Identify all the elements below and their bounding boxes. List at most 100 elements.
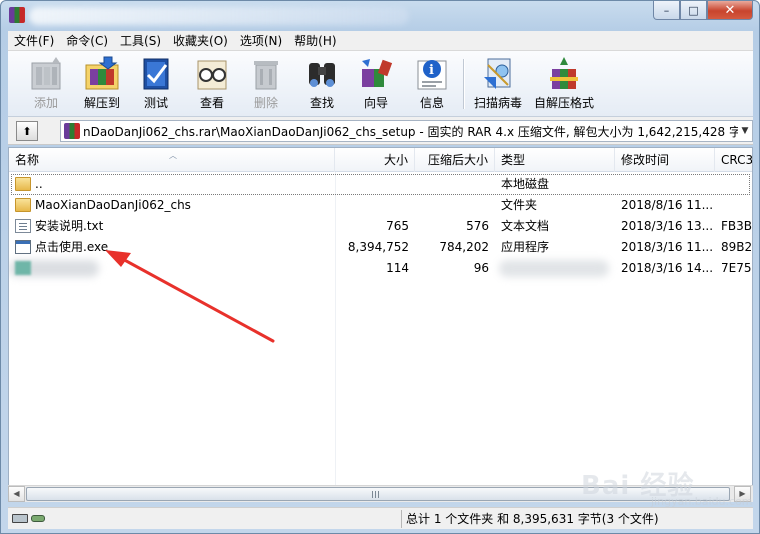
horizontal-scrollbar[interactable]: ◀ ▶ xyxy=(8,485,753,502)
svg-text:i: i xyxy=(429,63,434,78)
test-button[interactable]: 测试 xyxy=(128,53,184,113)
add-books-icon xyxy=(26,55,66,93)
extract-to-button[interactable]: 解压到 xyxy=(74,53,130,113)
rar-archive-icon xyxy=(64,123,80,139)
window-controls: – □ ✕ xyxy=(653,1,753,20)
column-name[interactable]: 名称 ︿ xyxy=(9,148,335,172)
test-label: 测试 xyxy=(143,96,168,110)
test-checkmark-icon xyxy=(136,55,176,93)
file-name: .. xyxy=(35,177,43,191)
sort-ascending-icon: ︿ xyxy=(169,151,177,160)
file-type: 文件夹 xyxy=(501,198,538,212)
find-button[interactable]: 查找 xyxy=(294,53,350,113)
delete-button[interactable]: 删除 xyxy=(238,53,294,113)
column-type[interactable]: 类型 xyxy=(495,148,615,172)
scan-virus-label: 扫描病毒 xyxy=(473,96,522,110)
drive-icon[interactable] xyxy=(12,514,28,523)
add-label: 添加 xyxy=(33,96,58,110)
column-header: 名称 ︿ 大小 压缩后大小 类型 修改时间 CRC3 xyxy=(9,148,752,172)
column-packed[interactable]: 压缩后大小 xyxy=(415,148,495,172)
minimize-button[interactable]: – xyxy=(653,1,680,20)
up-arrow-icon: ⬆ xyxy=(22,124,32,138)
blurred-file-icon xyxy=(15,261,31,275)
info-label: 信息 xyxy=(419,96,444,110)
menu-tools[interactable]: 工具(S) xyxy=(114,31,167,51)
menu-commands[interactable]: 命令(C) xyxy=(60,31,114,51)
scan-virus-button[interactable]: 扫描病毒 xyxy=(468,53,528,113)
menu-favorites[interactable]: 收藏夹(O) xyxy=(167,31,234,51)
maximize-button[interactable]: □ xyxy=(680,1,707,20)
table-row[interactable]: 114 96 2018/3/16 14... 7E75I xyxy=(9,258,753,279)
file-name: 点击使用.exe xyxy=(35,240,109,254)
folder-up-icon xyxy=(15,177,31,191)
file-size: 114 xyxy=(386,261,409,275)
status-summary: 总计 1 个文件夹 和 8,395,631 字节(3 个文件) xyxy=(406,512,659,526)
info-icon: i xyxy=(412,55,452,93)
folder-icon xyxy=(15,198,31,212)
address-bar: ⬆ nDaoDanJi062_chs.rar\MaoXianDaoDanJi06… xyxy=(8,117,753,145)
file-name: MaoXianDaoDanJi062_chs xyxy=(35,198,191,212)
table-row[interactable]: 点击使用.exe 8,394,752 784,202 应用程序 2018/3/1… xyxy=(9,237,752,258)
file-packed: 576 xyxy=(466,219,489,233)
path-dropdown-icon[interactable]: ▼ xyxy=(738,126,752,136)
add-button[interactable]: 添加 xyxy=(18,53,74,113)
wizard-icon xyxy=(356,55,396,93)
column-crc[interactable]: CRC3 xyxy=(715,148,752,172)
menu-help[interactable]: 帮助(H) xyxy=(288,31,342,51)
virus-scan-icon xyxy=(478,55,518,93)
view-label: 查看 xyxy=(199,96,224,110)
file-packed: 96 xyxy=(473,261,489,275)
winrar-app-icon[interactable] xyxy=(9,7,25,23)
extract-folder-icon xyxy=(82,55,122,93)
sfx-label: 自解压格式 xyxy=(533,96,594,110)
blurred-file-type xyxy=(499,260,609,277)
toolbar-separator xyxy=(463,59,465,109)
info-button[interactable]: i 信息 xyxy=(404,53,460,113)
file-type: 应用程序 xyxy=(501,240,550,254)
path-field[interactable]: nDaoDanJi062_chs.rar\MaoXianDaoDanJi062_… xyxy=(60,120,753,142)
file-type: 本地磁盘 xyxy=(501,177,550,191)
file-packed: 784,202 xyxy=(439,240,489,254)
exe-file-icon xyxy=(15,240,31,254)
file-modified: 2018/8/16 11... xyxy=(621,198,714,212)
file-type: 文本文档 xyxy=(501,219,550,233)
table-row[interactable]: .. 本地磁盘 xyxy=(9,174,752,195)
table-row[interactable]: MaoXianDaoDanJi062_chs 文件夹 2018/8/16 11.… xyxy=(9,195,752,216)
file-name: 安装说明.txt xyxy=(35,219,104,233)
file-crc: FB3B xyxy=(721,219,753,233)
wizard-button[interactable]: 向导 xyxy=(348,53,404,113)
column-modified[interactable]: 修改时间 xyxy=(615,148,715,172)
title-bar[interactable]: – □ ✕ xyxy=(1,1,759,31)
up-folder-button[interactable]: ⬆ xyxy=(16,121,38,141)
file-size: 765 xyxy=(386,219,409,233)
menu-file[interactable]: 文件(F) xyxy=(8,31,60,51)
table-row[interactable]: 安装说明.txt 765 576 文本文档 2018/3/16 13... FB… xyxy=(9,216,753,237)
view-glasses-icon xyxy=(192,55,232,93)
find-binoculars-icon xyxy=(302,55,342,93)
scroll-right-button[interactable]: ▶ xyxy=(734,486,751,502)
file-size: 8,394,752 xyxy=(347,240,409,254)
delete-label: 删除 xyxy=(253,96,278,110)
key-icon[interactable] xyxy=(31,515,45,522)
winrar-window: – □ ✕ 文件(F) 命令(C) 工具(S) 收藏夹(O) 选项(N) 帮助(… xyxy=(0,0,760,534)
scroll-grip-icon xyxy=(372,491,381,498)
column-name-label: 名称 xyxy=(15,153,40,167)
blurred-window-title xyxy=(29,7,409,25)
scroll-left-button[interactable]: ◀ xyxy=(8,486,25,502)
file-modified: 2018/3/16 13... xyxy=(621,219,714,233)
scroll-thumb[interactable] xyxy=(26,487,730,501)
column-size[interactable]: 大小 xyxy=(335,148,415,172)
file-list[interactable]: 名称 ︿ 大小 压缩后大小 类型 修改时间 CRC3 .. 本地磁盘 MaoXia… xyxy=(8,147,753,499)
sfx-button[interactable]: 自解压格式 xyxy=(528,53,600,113)
file-modified: 2018/3/16 11... xyxy=(621,240,714,254)
view-button[interactable]: 查看 xyxy=(184,53,240,113)
sfx-archive-icon xyxy=(544,55,584,93)
file-modified: 2018/3/16 14... xyxy=(621,261,714,275)
path-text: nDaoDanJi062_chs.rar\MaoXianDaoDanJi062_… xyxy=(83,124,738,139)
delete-trash-icon xyxy=(246,55,286,93)
close-button[interactable]: ✕ xyxy=(707,1,753,20)
status-bar: 总计 1 个文件夹 和 8,395,631 字节(3 个文件) xyxy=(8,507,753,529)
file-crc: 7E75I xyxy=(721,261,753,275)
menu-options[interactable]: 选项(N) xyxy=(234,31,288,51)
wizard-label: 向导 xyxy=(363,96,388,110)
